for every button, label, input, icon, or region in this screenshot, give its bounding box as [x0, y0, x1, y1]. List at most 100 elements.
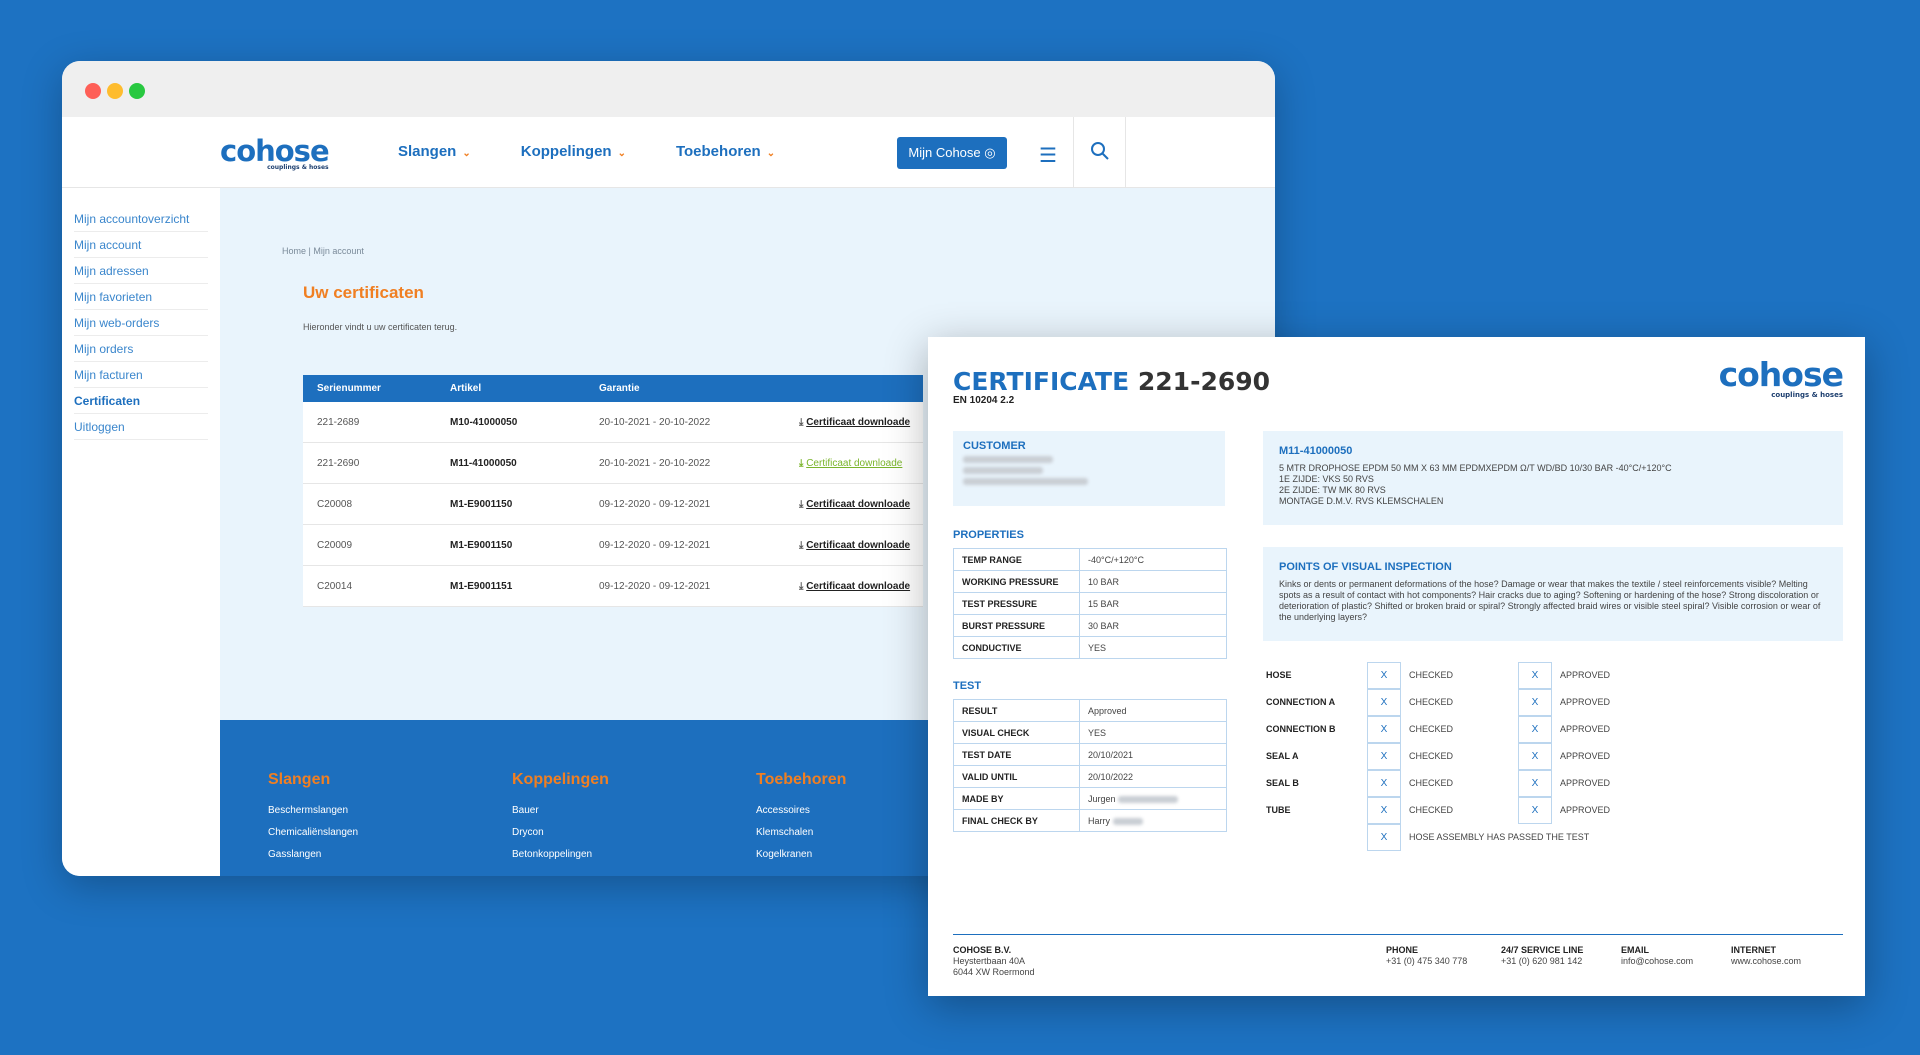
table-row: WORKING PRESSURE 10 BAR [953, 570, 1227, 593]
footer-heading: Toebehoren [756, 771, 847, 788]
nav-item-toebehoren[interactable]: Toebehoren ⌄ [676, 143, 775, 160]
property-value: 15 BAR [1079, 592, 1227, 615]
redacted-text [963, 456, 1053, 463]
article-number: M11-41000050 [1279, 445, 1353, 457]
table-row: 221-2689 M10-41000050 20-10-2021 - 20-10… [303, 402, 923, 443]
sidebar-item-adressen[interactable]: Mijn adressen [74, 258, 208, 284]
check-item: TUBE [1266, 805, 1291, 815]
property-value: -40°C/+120°C [1079, 548, 1227, 571]
breadcrumb[interactable]: Home | Mijn account [282, 246, 364, 256]
property-key: BURST PRESSURE [953, 614, 1080, 637]
search-icon[interactable] [1090, 141, 1110, 161]
footer-link[interactable]: Chemicaliënslangen [268, 827, 358, 838]
sidebar-item-facturen[interactable]: Mijn facturen [74, 362, 208, 388]
footer-link[interactable]: Betonkoppelingen [512, 849, 609, 860]
checked-mark: X [1367, 689, 1401, 716]
footer-column-toebehoren: Toebehoren Accessoires Klemschalen Kogel… [756, 771, 846, 871]
column-header: Serienummer [317, 383, 381, 394]
table-row: C20014 M1-E9001151 09-12-2020 - 09-12-20… [303, 566, 923, 607]
table-row: BURST PRESSURE 30 BAR [953, 614, 1227, 637]
properties-label: PROPERTIES [953, 529, 1024, 541]
sidebar-item-favorieten[interactable]: Mijn favorieten [74, 284, 208, 310]
table-row: VALID UNTIL 20/10/2022 [953, 765, 1227, 788]
download-certificate-link[interactable]: Certificaat downloade [806, 499, 910, 510]
close-window-button[interactable] [85, 83, 101, 99]
table-header: Serienummer Artikel Garantie [303, 375, 923, 402]
approved-label: APPROVED [1560, 670, 1611, 680]
company-name: COHOSE B.V. [953, 945, 1012, 955]
property-key: TEMP RANGE [953, 548, 1080, 571]
nav-item-slangen[interactable]: Slangen ⌄ [398, 143, 471, 160]
inspection-checklist: HOSE X CHECKED X APPROVED CONNECTION A X CHECK… [1266, 662, 1826, 892]
page-subtitle: Hieronder vindt u uw certificaten terug. [303, 322, 458, 332]
redacted-text [963, 467, 1043, 474]
footer-link[interactable]: Accessoires [756, 805, 846, 816]
table-row: MADE BY Jurgen [953, 787, 1227, 810]
sidebar-item-orders[interactable]: Mijn orders [74, 336, 208, 362]
article-cell: M1-E9001150 [450, 539, 513, 551]
nav-item-koppelingen[interactable]: Koppelingen ⌄ [521, 143, 626, 160]
mijn-cohose-button[interactable]: Mijn Cohose ◎ [897, 137, 1007, 169]
footer-column-slangen: Slangen Beschermslangen Chemicaliënslang… [268, 771, 358, 871]
download-cell: ⤓ Certificaat downloade [799, 540, 923, 551]
download-certificate-link[interactable]: Certificaat downloade [806, 581, 910, 592]
checked-mark: X [1367, 797, 1401, 824]
phone-block: PHONE +31 (0) 475 340 778 [1386, 945, 1467, 967]
download-certificate-link[interactable]: Certificaat downloade [806, 540, 910, 551]
checked-mark: X [1367, 662, 1401, 689]
test-value: 20/10/2021 [1079, 743, 1227, 766]
minimize-window-button[interactable] [107, 83, 123, 99]
email-label: EMAIL [1621, 945, 1649, 955]
test-key: TEST DATE [953, 743, 1080, 766]
footer-link[interactable]: Drycon [512, 827, 609, 838]
property-value: 30 BAR [1079, 614, 1227, 637]
email-block: EMAIL info@cohose.com [1621, 945, 1693, 967]
table-row: VISUAL CHECK YES [953, 721, 1227, 744]
checked-label: CHECKED [1409, 724, 1454, 734]
account-sidebar: Mijn accountoverzicht Mijn account Mijn … [62, 188, 220, 876]
warranty-cell: 20-10-2021 - 20-10-2022 [599, 457, 711, 469]
hamburger-menu-icon[interactable]: ☰ [1039, 143, 1057, 168]
article-desc-line: MONTAGE D.M.V. RVS KLEMSCHALEN [1279, 496, 1444, 506]
approved-label: APPROVED [1560, 697, 1611, 707]
approved-mark: X [1518, 716, 1552, 743]
site-logo[interactable]: cohose couplings & hoses [220, 137, 330, 171]
footer-link[interactable]: Beschermslangen [268, 805, 358, 816]
test-key: MADE BY [953, 787, 1080, 810]
header-divider [1073, 117, 1074, 188]
footer-heading: Koppelingen [512, 771, 609, 788]
certificate-title: CERTIFICATE 221-2690 [953, 367, 1270, 396]
table-row: TEMP RANGE -40°C/+120°C [953, 548, 1227, 571]
footer-column-koppelingen: Koppelingen Bauer Drycon Betonkoppelinge… [512, 771, 609, 871]
property-key: WORKING PRESSURE [953, 570, 1080, 593]
footer-link[interactable]: Gasslangen [268, 849, 358, 860]
serial-cell: C20008 [317, 498, 353, 510]
checked-mark: X [1367, 716, 1401, 743]
footer-heading: Slangen [268, 771, 331, 788]
sidebar-item-certificaten[interactable]: Certificaten [74, 388, 208, 414]
download-certificate-link[interactable]: Certificaat downloade [806, 458, 902, 469]
test-key: VALID UNTIL [953, 765, 1080, 788]
footer-link[interactable]: Kogelkranen [756, 849, 846, 860]
header-divider [1125, 117, 1126, 188]
footer-link[interactable]: Bauer [512, 805, 609, 816]
logo-text: cohose [1718, 355, 1844, 394]
column-header: Artikel [450, 383, 482, 394]
table-row: FINAL CHECK BY Harry [953, 809, 1227, 832]
sidebar-item-uitloggen[interactable]: Uitloggen [74, 414, 208, 440]
maximize-window-button[interactable] [129, 83, 145, 99]
sidebar-item-web-orders[interactable]: Mijn web-orders [74, 310, 208, 336]
chevron-down-icon: ⌄ [766, 148, 776, 159]
approved-mark: X [1518, 743, 1552, 770]
download-cell: ⤓ Certificaat downloade [799, 417, 923, 428]
article-cell: M11-41000050 [450, 457, 517, 469]
footer-link[interactable]: Klemschalen [756, 827, 846, 838]
redacted-text [1112, 817, 1143, 825]
sidebar-item-accountoverzicht[interactable]: Mijn accountoverzicht [74, 206, 208, 232]
approved-mark: X [1518, 689, 1552, 716]
check-row: HOSE X CHECKED X APPROVED [1266, 662, 1826, 689]
service-block: 24/7 SERVICE LINE +31 (0) 620 981 142 [1501, 945, 1583, 967]
article-cell: M10-41000050 [450, 416, 518, 428]
sidebar-item-account[interactable]: Mijn account [74, 232, 208, 258]
download-certificate-link[interactable]: Certificaat downloade [806, 417, 910, 428]
